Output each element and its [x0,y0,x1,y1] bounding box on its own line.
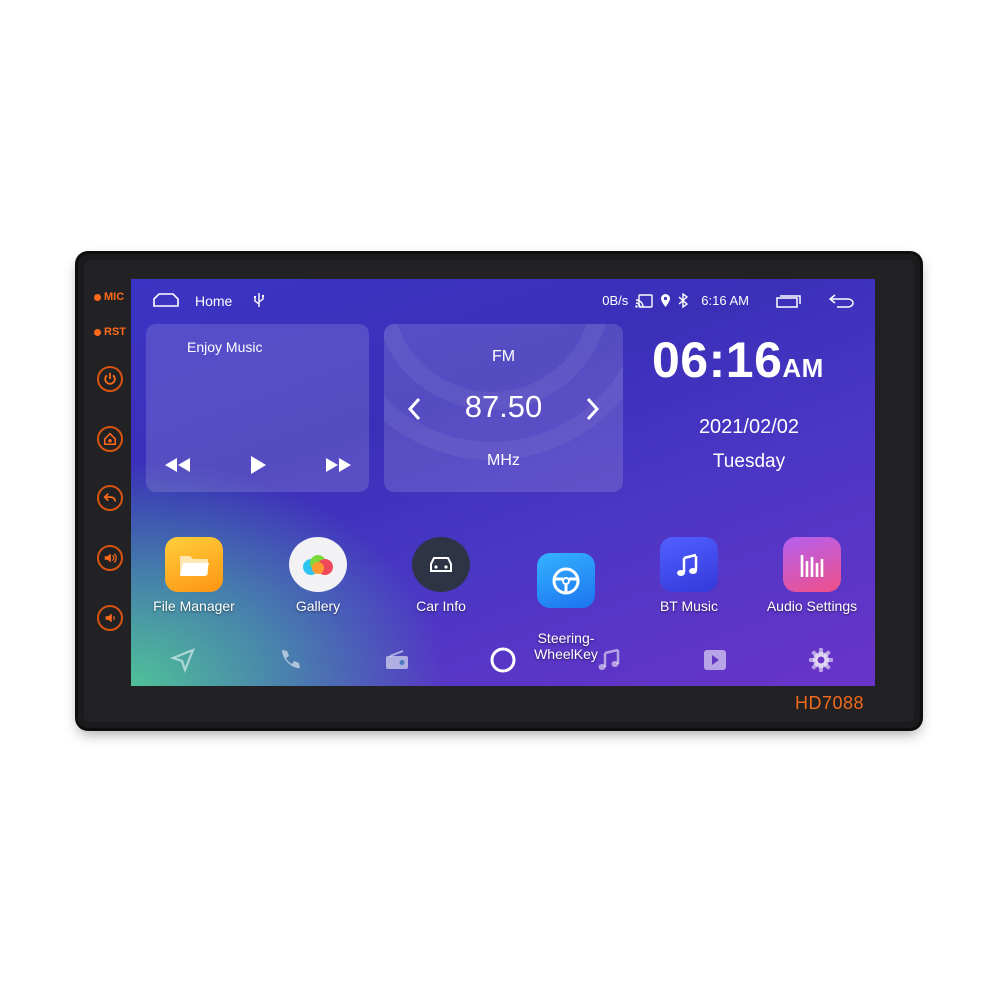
previous-button[interactable] [162,454,192,476]
radio-band: FM [491,348,516,365]
video-icon [704,650,726,670]
rewind-icon [165,458,190,472]
recent-apps-icon[interactable] [776,294,802,308]
power-button[interactable] [97,366,123,392]
radio-icon [386,650,408,669]
back-hard-button[interactable] [97,485,123,511]
status-icons: 0B/s 6:16 AM [602,293,855,308]
back-icon[interactable] [829,293,855,308]
home-hard-button[interactable] [97,426,123,452]
music-icon [598,648,620,670]
app-label: Car Info [416,598,466,614]
clock-ampm: AM [782,353,824,383]
clock-widget: 06:16AM [652,331,824,389]
rst-dot-icon [94,328,101,336]
next-button[interactable] [324,454,354,476]
mic-label: MIC [104,291,125,303]
fast-forward-icon [326,458,351,472]
music-widget-title: Enjoy Music [187,339,263,355]
reset-button[interactable]: RST [94,326,126,338]
volume-down-icon [105,613,115,623]
dock-bar [131,639,875,679]
bluetooth-icon [678,293,689,308]
chevron-right-icon[interactable] [581,394,603,424]
app-label: Gallery [295,598,341,614]
clock-weekday: Tuesday [712,451,786,472]
phone-icon [282,650,300,669]
home-label: Home [195,293,233,309]
status-bar: Home 0B/s 6:16 AM [131,279,875,323]
app-gallery[interactable]: Gallery [258,537,378,614]
radio-widget[interactable]: FM 87.50 MHz [384,324,623,492]
settings-icon [809,648,833,672]
car-icon [412,537,470,592]
app-audio-settings[interactable]: Audio Settings [752,537,872,614]
equalizer-icon [783,537,841,592]
folder-icon [165,537,223,592]
status-time: 6:16 AM [701,293,749,308]
home-navi-icon [103,432,117,446]
usb-icon [254,293,265,307]
app-file-manager[interactable]: File Manager [134,537,254,614]
dock-phone[interactable] [275,645,305,675]
app-label: File Manager [153,598,235,614]
navigation-icon [170,648,195,673]
net-speed: 0B/s [602,293,629,308]
volume-up-button[interactable] [97,545,123,571]
app-bt-music[interactable]: BT Music [629,537,749,614]
clock-date: 2021/02/02 [698,416,800,438]
cast-icon [635,293,653,308]
mic-indicator: MIC [94,291,124,303]
dock-music[interactable] [594,645,624,675]
clock-time: 06:16 [652,332,783,388]
home-circle-icon [490,647,516,673]
bt-music-icon [660,537,718,592]
location-icon [661,294,671,307]
volume-up-icon [104,553,117,563]
dock-radio[interactable] [382,645,412,675]
dock-navigation[interactable] [168,645,198,675]
mic-dot-icon [94,293,101,301]
dock-home[interactable] [488,645,518,675]
music-widget[interactable]: Enjoy Music [146,324,369,492]
play-button[interactable] [243,454,273,476]
app-car-info[interactable]: Car Info [381,537,501,614]
home-icon[interactable] [153,293,179,307]
gallery-icon [289,537,347,592]
back-icon [103,493,117,502]
model-label: HD7088 [794,693,864,713]
dock-video[interactable] [700,645,730,675]
radio-unit: MHz [487,452,520,469]
play-icon [251,456,266,474]
rst-label: RST [104,326,126,338]
dock-settings[interactable] [806,645,836,675]
home-screen: Home 0B/s 6:16 AM Enjoy Music FM 87.50 M… [131,279,875,686]
app-label: BT Music [659,598,719,614]
power-icon [104,372,116,385]
app-label: Audio Settings [766,598,858,614]
volume-down-button[interactable] [97,605,123,631]
steering-wheel-icon [537,553,595,608]
